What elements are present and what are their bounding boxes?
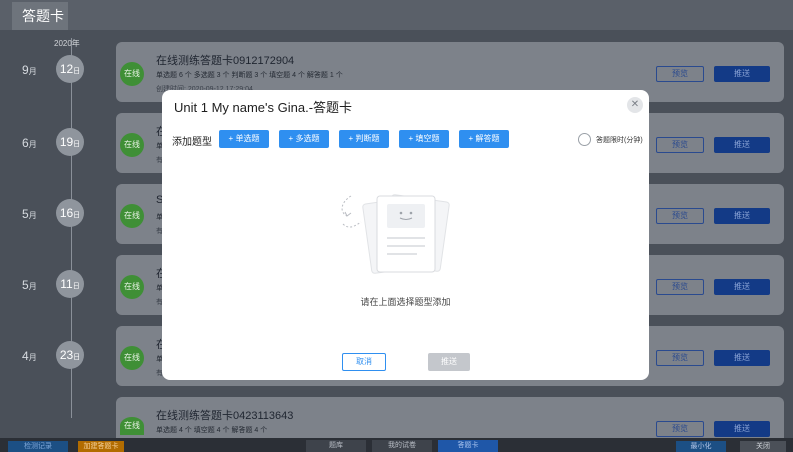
tab-answer-card[interactable]: 答题卡	[12, 2, 68, 30]
month-label: 4月	[22, 349, 37, 363]
card-summary: 单选题 4 个 填空题 4 个 解答题 4 个	[156, 427, 268, 434]
day-badge: 19日	[56, 128, 84, 156]
day-badge: 23日	[56, 341, 84, 369]
online-badge: 在线	[120, 417, 144, 435]
answer-card-item[interactable]: 在线 在线测练答题卡0423113643 单选题 4 个 填空题 4 个 解答题…	[116, 397, 784, 438]
month-label: 5月	[22, 207, 37, 221]
push-button[interactable]: 推送	[714, 66, 770, 82]
push-button[interactable]: 推送	[714, 421, 770, 437]
add-essay-button[interactable]: + 解答题	[459, 130, 509, 148]
close-button[interactable]: 关闭	[740, 441, 786, 452]
tab-my-papers[interactable]: 我的试卷	[372, 440, 432, 452]
preview-button[interactable]: 预览	[656, 66, 704, 82]
online-badge: 在线	[120, 62, 144, 86]
check-records-button[interactable]: 检测记录	[8, 441, 68, 452]
push-button[interactable]: 推送	[714, 279, 770, 295]
month-label: 9月	[22, 63, 37, 77]
answer-card-modal: Unit 1 My name's Gina.-答题卡 ✕ 添加题型 + 单选题 …	[162, 90, 649, 380]
add-question-type-label: 添加题型	[172, 137, 212, 148]
close-icon[interactable]: ✕	[627, 97, 643, 113]
preview-button[interactable]: 预览	[656, 279, 704, 295]
preview-button[interactable]: 预览	[656, 421, 704, 437]
day-badge: 12日	[56, 55, 84, 83]
preview-button[interactable]: 预览	[656, 137, 704, 153]
tab-answer-card-bottom[interactable]: 答题卡	[438, 440, 498, 452]
month-label: 5月	[22, 278, 37, 292]
radio-circle-icon[interactable]	[578, 133, 591, 146]
time-limit-toggle[interactable]: 答题限时(分钟)	[578, 133, 643, 146]
online-badge: 在线	[120, 275, 144, 299]
online-badge: 在线	[120, 346, 144, 370]
day-badge: 11日	[56, 270, 84, 298]
tab-question-bank[interactable]: 题库	[306, 440, 366, 452]
add-fill-blank-button[interactable]: + 填空题	[399, 130, 449, 148]
year-label: 2020年	[54, 39, 80, 48]
online-badge: 在线	[120, 204, 144, 228]
add-true-false-button[interactable]: + 判断题	[339, 130, 389, 148]
online-badge: 在线	[120, 133, 144, 157]
minimize-button[interactable]: 最小化	[676, 441, 726, 452]
modal-title: Unit 1 My name's Gina.-答题卡	[174, 100, 353, 115]
top-bar: 答题卡	[0, 0, 793, 30]
day-badge: 16日	[56, 199, 84, 227]
add-single-choice-button[interactable]: + 单选题	[219, 130, 269, 148]
card-title: 在线测练答题卡0912172904	[156, 55, 295, 67]
push-button-disabled[interactable]: 推送	[428, 353, 470, 371]
push-button[interactable]: 推送	[714, 137, 770, 153]
cancel-button[interactable]: 取消	[342, 353, 386, 371]
card-title: 在线测练答题卡0423113643	[156, 410, 294, 422]
empty-document-icon	[341, 194, 450, 274]
add-multi-choice-button[interactable]: + 多选题	[279, 130, 329, 148]
new-answer-card-button[interactable]: 加建答题卡	[78, 441, 124, 452]
month-label: 6月	[22, 136, 37, 150]
empty-hint-text: 请在上面选择题型添加	[360, 297, 451, 307]
preview-button[interactable]: 预览	[656, 350, 704, 366]
push-button[interactable]: 推送	[714, 350, 770, 366]
preview-button[interactable]: 预览	[656, 208, 704, 224]
push-button[interactable]: 推送	[714, 208, 770, 224]
time-limit-label: 答题限时(分钟)	[596, 136, 643, 144]
card-summary: 单选题 6 个 多选题 3 个 判断题 3 个 填空题 4 个 解答题 1 个	[156, 72, 343, 79]
